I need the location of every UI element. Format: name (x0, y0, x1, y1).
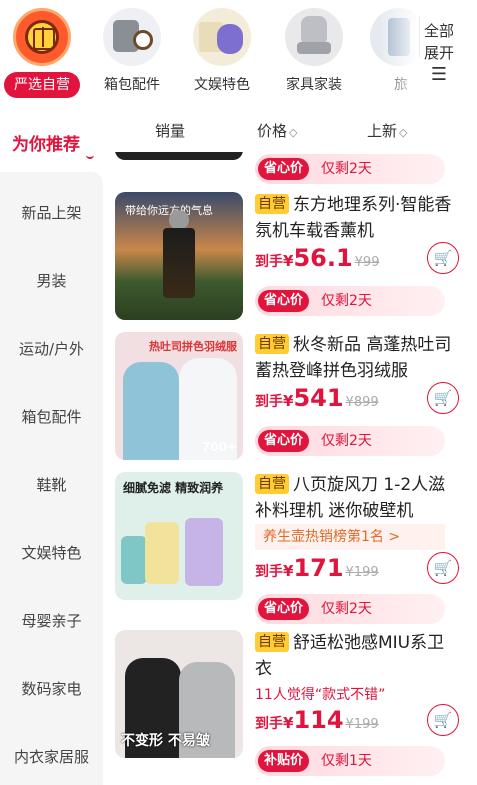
product-title: 自营 秋冬新品 高蓬热吐司蓄热登峰拼色羽绒服 (255, 334, 452, 381)
top-category-label: 严选自营 (4, 72, 80, 98)
product-image: 热吐司拼色羽绒服 700+ (115, 332, 243, 460)
top-category-label: 文娱特色 (194, 77, 250, 93)
product-title: 自营 八页旋风刀 1-2人滋补料理机 迷你破壁机 (255, 474, 446, 521)
category-sidebar: 新品上架 男装 运动/户外 箱包配件 鞋靴 文娱特色 母婴亲子 数码家电 内衣家… (0, 172, 103, 785)
product-title: 自营 东方地理系列·智能香氛机车载香薰机 (255, 194, 452, 241)
sort-sales-button[interactable]: 销量 (155, 120, 185, 141)
product-image (115, 152, 243, 160)
active-underline (86, 153, 94, 159)
add-to-cart-icon[interactable]: 🛒 (427, 552, 459, 584)
sidebar-item-bags[interactable]: 箱包配件 (0, 406, 103, 427)
top-category-label: 箱包配件 (104, 77, 160, 93)
original-price: ¥199 (345, 565, 379, 580)
sidebar-item-baby[interactable]: 母婴亲子 (0, 610, 103, 631)
top-category-label: 家具家装 (286, 77, 342, 93)
top-category-bar: 严选自营 箱包配件 文娱特色 家具家装 旅 全部 展开 ☰ (0, 0, 477, 106)
add-to-cart-icon[interactable]: 🛒 (427, 242, 459, 274)
product-card[interactable]: 不变形 不易皱 自营 舒适松弛感MIU系卫衣 11人觉得“款式不错” 到手¥114… (115, 630, 463, 780)
price: 114 (293, 706, 344, 734)
product-card[interactable]: 细腻免滤 精致润养 自营 八页旋风刀 1-2人滋补料理机 迷你破壁机 养生壶热销榜… (115, 472, 463, 624)
jd-logo-icon (13, 8, 71, 66)
promo-badge: 省心价 仅剩2天 (255, 594, 445, 624)
product-card[interactable]: 热吐司拼色羽绒服 700+ 自营 秋冬新品 高蓬热吐司蓄热登峰拼色羽绒服 到手¥5… (115, 332, 463, 462)
add-to-cart-icon[interactable]: 🛒 (427, 382, 459, 414)
expand-label-1: 全部 (423, 22, 454, 40)
sidebar-item-men[interactable]: 男装 (0, 270, 103, 291)
price: 56.1 (293, 244, 353, 272)
review-highlight: 11人觉得“款式不错” (255, 687, 386, 703)
sort-bar: 销量 价格 ◇ 上新 ◇ (103, 106, 477, 152)
self-operated-tag: 自营 (255, 632, 289, 652)
price: 541 (293, 384, 344, 412)
add-to-cart-icon[interactable]: 🛒 (427, 704, 459, 736)
price: 171 (293, 554, 344, 582)
price-row: 到手¥114 ¥199 🛒 (255, 704, 461, 738)
sort-new-button[interactable]: 上新 ◇ (367, 120, 407, 141)
top-category-furniture[interactable]: 家具家装 (272, 8, 356, 94)
top-category-entertainment[interactable]: 文娱特色 (180, 8, 264, 94)
sidebar-header-title: 为你推荐 (12, 135, 80, 155)
product-card[interactable]: 带给你远方的气息 自营 东方地理系列·智能香氛机车载香薰机 到手¥56.1 ¥99 … (115, 192, 463, 322)
expand-label-2: 展开 (423, 44, 454, 62)
product-list: 省心价 仅剩2天 带给你远方的气息 自营 东方地理系列·智能香氛机车载香薰机 到手… (103, 152, 477, 785)
self-operated-tag: 自营 (255, 474, 289, 494)
product-image: 细腻免滤 精致润养 (115, 472, 243, 600)
original-price: ¥199 (345, 717, 379, 732)
sidebar-item-new[interactable]: 新品上架 (0, 202, 103, 223)
sidebar-item-outdoor[interactable]: 运动/户外 (0, 338, 103, 359)
self-operated-tag: 自营 (255, 194, 289, 214)
bag-watch-icon (103, 8, 161, 66)
price-row: 到手¥541 ¥899 🛒 (255, 382, 461, 416)
product-image: 不变形 不易皱 (115, 630, 243, 758)
price-row: 到手¥171 ¥199 🛒 (255, 552, 461, 586)
original-price: ¥99 (354, 255, 380, 270)
original-price: ¥899 (345, 395, 379, 410)
promo-badge: 省心价 仅剩2天 (255, 154, 445, 184)
sidebar-item-digital[interactable]: 数码家电 (0, 678, 103, 699)
self-operated-tag: 自营 (255, 334, 289, 354)
price-row: 到手¥56.1 ¥99 🛒 (255, 242, 461, 276)
expand-all-button[interactable]: 全部 展开 ☰ (421, 20, 457, 84)
promo-badge: 补贴价 仅剩1天 (255, 746, 445, 776)
sidebar-item-shoes[interactable]: 鞋靴 (0, 474, 103, 495)
sidebar-item-homewear[interactable]: 内衣家居服 (0, 746, 103, 767)
top-category-bags[interactable]: 箱包配件 (90, 8, 174, 94)
chair-icon (285, 8, 343, 66)
product-title: 自营 舒适松弛感MIU系卫衣 (255, 632, 445, 679)
ranking-link[interactable]: 养生壶热销榜第1名 > (255, 524, 445, 550)
product-card[interactable]: 省心价 仅剩2天 (115, 152, 463, 184)
menu-icon: ☰ (430, 64, 448, 85)
product-image: 带给你远方的气息 (115, 192, 243, 320)
top-category-jd-select[interactable]: 严选自营 (0, 8, 84, 98)
sidebar-header[interactable]: 为你推荐 (0, 106, 103, 172)
sidebar-item-entertainment[interactable]: 文娱特色 (0, 542, 103, 563)
promo-badge: 省心价 仅剩2天 (255, 426, 445, 456)
toy-figure-icon (193, 8, 251, 66)
sort-arrows-icon: ◇ (289, 126, 298, 139)
promo-badge: 省心价 仅剩2天 (255, 286, 445, 316)
sort-arrows-icon: ◇ (399, 126, 408, 139)
sort-price-button[interactable]: 价格 ◇ (257, 120, 297, 141)
